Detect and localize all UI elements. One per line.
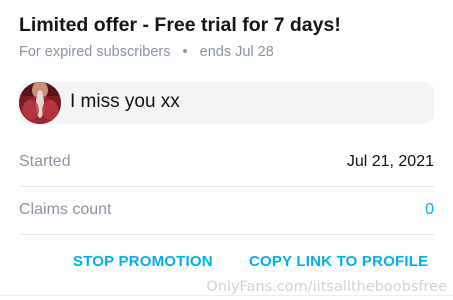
user-avatar-icon: [19, 82, 61, 124]
separator-dot: •: [182, 44, 188, 60]
started-row: Started Jul 21, 2021: [19, 139, 434, 187]
promotion-title: Limited offer - Free trial for 7 days!: [19, 14, 341, 36]
claims-count-label: Claims count: [19, 201, 112, 218]
bottom-divider: [0, 295, 453, 296]
started-label: Started: [19, 153, 71, 170]
end-date-text: ends Jul 28: [199, 44, 274, 60]
claims-count-row: Claims count 0: [19, 187, 434, 235]
started-value: Jul 21, 2021: [346, 153, 434, 170]
stop-promotion-button[interactable]: STOP PROMOTION: [73, 253, 213, 270]
copy-link-to-profile-button[interactable]: COPY LINK TO PROFILE: [249, 253, 428, 270]
promo-message: I miss you xx: [19, 82, 434, 124]
promotion-subtitle: For expired subscribers • ends Jul 28: [19, 44, 274, 60]
claims-count-value[interactable]: 0: [425, 201, 434, 219]
watermark: OnlyFans.com/iitsalltheboobsfree: [206, 279, 447, 295]
audience-text: For expired subscribers: [19, 44, 171, 60]
avatar: [19, 82, 61, 124]
message-text: I miss you xx: [70, 91, 180, 112]
